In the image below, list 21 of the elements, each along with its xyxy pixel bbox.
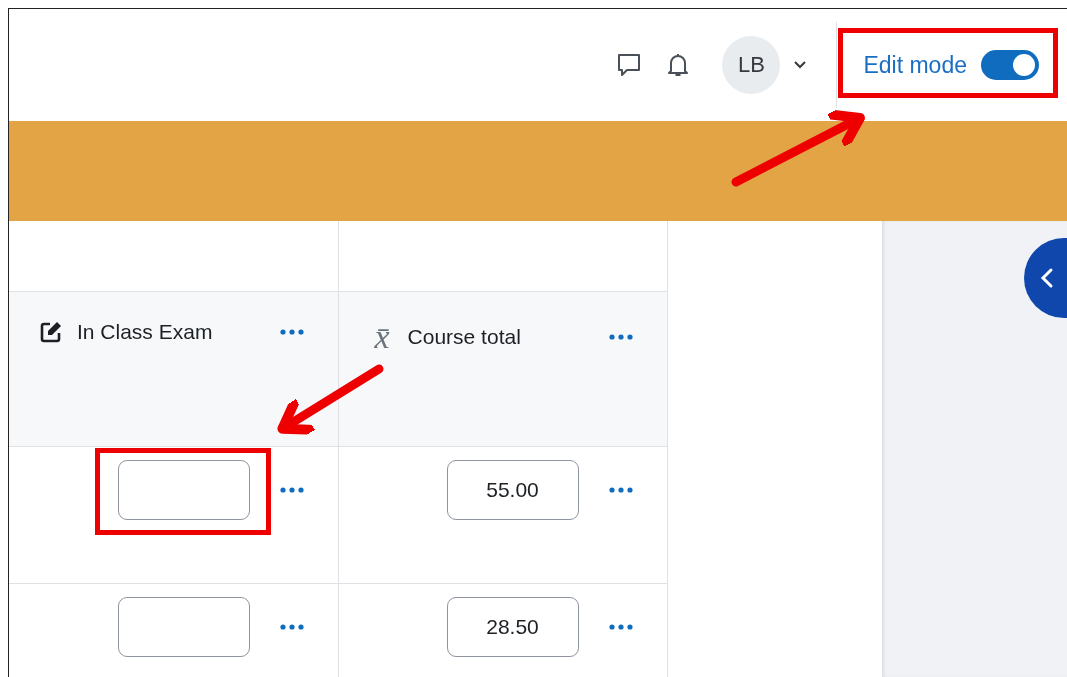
- grade-input[interactable]: [117, 459, 250, 520]
- more-icon: [608, 333, 633, 340]
- edit-icon: [39, 319, 63, 344]
- more-icon: [279, 486, 304, 493]
- more-icon: [279, 328, 304, 335]
- more-icon: [608, 623, 633, 630]
- mean-symbol: x̄: [374, 319, 390, 354]
- edit-mode-label: Edit mode: [863, 51, 967, 79]
- chevron-down-icon[interactable]: [792, 60, 809, 70]
- more-icon: [279, 623, 304, 630]
- grade-input[interactable]: 28.50: [446, 596, 579, 657]
- message-icon[interactable]: [616, 52, 643, 78]
- more-icon: [608, 486, 633, 493]
- chevron-left-icon: [1040, 267, 1054, 289]
- column-title: Course total: [407, 324, 522, 349]
- user-avatar[interactable]: LB: [722, 36, 781, 94]
- grade-input[interactable]: 55.00: [446, 459, 579, 520]
- edit-mode-toggle[interactable]: [981, 50, 1039, 80]
- grade-input[interactable]: [117, 596, 250, 657]
- column-title: In Class Exam: [77, 319, 214, 344]
- bell-icon[interactable]: [666, 52, 691, 78]
